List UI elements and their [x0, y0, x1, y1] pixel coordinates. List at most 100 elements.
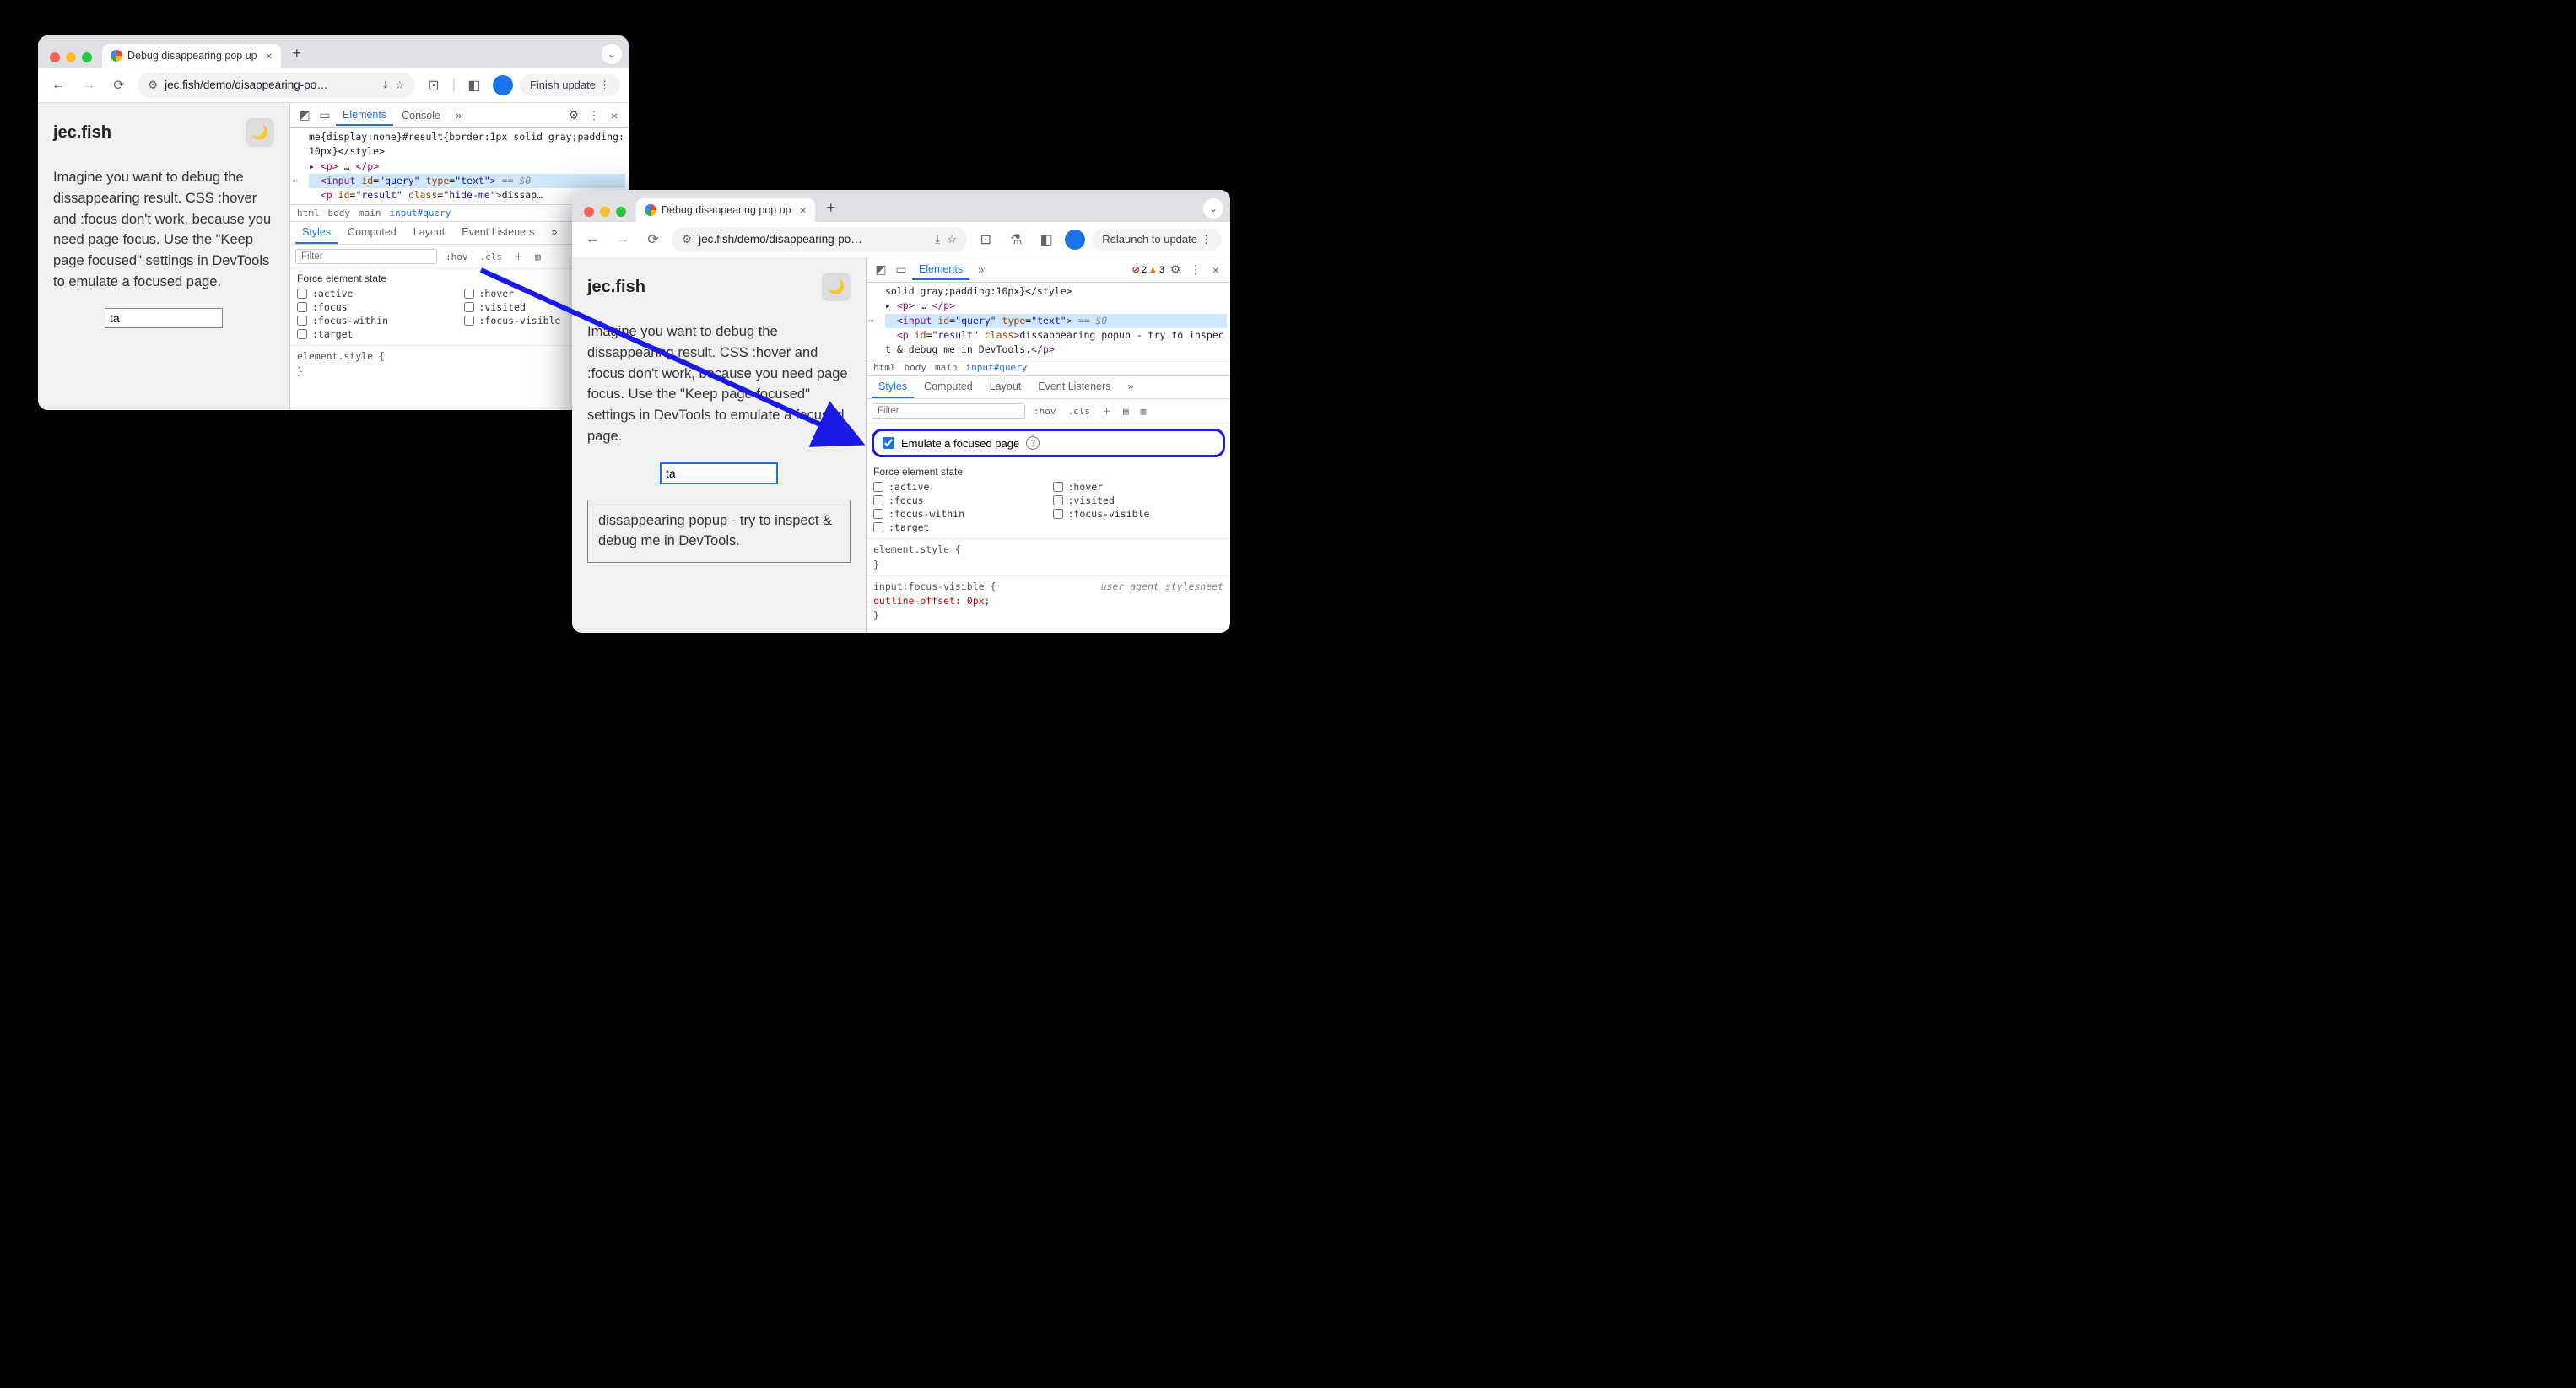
help-icon[interactable]: ? [1026, 436, 1040, 450]
back-button[interactable]: ← [46, 73, 70, 97]
back-button[interactable]: ← [581, 228, 604, 251]
tab-elements[interactable]: Elements [912, 260, 969, 280]
close-devtools-icon[interactable]: × [1207, 263, 1225, 277]
tabs-dropdown-icon[interactable]: ⌄ [602, 44, 622, 64]
new-tab-button[interactable]: + [286, 42, 308, 64]
error-count[interactable]: ⊘2 ▲3 [1132, 264, 1164, 275]
close-devtools-icon[interactable]: × [605, 109, 624, 122]
more-tabs-icon[interactable]: » [1121, 376, 1140, 398]
new-style-icon[interactable]: ＋ [510, 248, 527, 265]
styles-filter-input[interactable] [295, 249, 437, 264]
tab-event-listeners[interactable]: Event Listeners [1031, 376, 1117, 398]
forward-button[interactable]: → [611, 228, 635, 251]
tab-elements[interactable]: Elements [336, 105, 393, 126]
minimize-window-icon[interactable] [600, 207, 610, 217]
force-state-heading: Force element state [867, 462, 1230, 481]
profile-avatar[interactable] [1065, 230, 1085, 250]
profile-avatar[interactable] [493, 75, 513, 95]
css-rule[interactable]: element.style { } [867, 538, 1230, 575]
query-input[interactable] [660, 462, 778, 484]
side-panel-icon[interactable]: ◧ [1034, 228, 1058, 251]
labs-icon[interactable]: ⚗ [1004, 228, 1028, 251]
site-settings-icon[interactable]: ⚙ [682, 233, 692, 246]
panel-layout-icon[interactable]: ▥ [532, 250, 544, 264]
code-line: solid gray;padding:10px}</style> [885, 284, 1227, 299]
close-tab-icon[interactable]: × [800, 203, 807, 217]
more-tabs-icon[interactable]: » [971, 261, 991, 279]
force-focus[interactable]: :focus [873, 494, 1045, 506]
tab-computed[interactable]: Computed [917, 376, 980, 398]
new-style-icon[interactable]: ＋ [1099, 402, 1115, 419]
address-bar[interactable]: ⚙ jec.fish/demo/disappearing-po… ⤓ ☆ [138, 73, 415, 98]
tab-title: Debug disappearing pop up [127, 50, 257, 62]
more-tabs-icon[interactable]: » [544, 222, 564, 244]
hov-toggle[interactable]: :hov [442, 250, 472, 264]
install-app-icon[interactable]: ⤓ [935, 233, 940, 246]
forward-button[interactable]: → [77, 73, 100, 97]
close-window-icon[interactable] [584, 207, 594, 217]
force-active[interactable]: :active [873, 481, 1045, 493]
force-target[interactable]: :target [873, 521, 1045, 533]
elements-tree[interactable]: solid gray;padding:10px}</style> ▸ <p> …… [867, 283, 1230, 359]
browser-tab[interactable]: Debug disappearing pop up × [102, 44, 281, 68]
minimize-window-icon[interactable] [66, 52, 76, 62]
dark-mode-icon[interactable]: 🌙 [822, 273, 851, 301]
update-button[interactable]: Relaunch to update⋮ [1092, 229, 1222, 251]
tab-layout[interactable]: Layout [983, 376, 1029, 398]
emulate-focused-checkbox[interactable] [883, 437, 894, 449]
emulate-focused-page-row[interactable]: Emulate a focused page ? [872, 429, 1225, 457]
kebab-icon[interactable]: ⋮ [1186, 262, 1205, 277]
force-focus-visible[interactable]: :focus-visible [1053, 508, 1224, 520]
tab-styles[interactable]: Styles [295, 222, 338, 244]
query-input[interactable] [105, 308, 223, 328]
more-tabs-icon[interactable]: » [449, 106, 468, 125]
bookmark-icon[interactable]: ☆ [947, 233, 957, 246]
side-panel-icon[interactable]: ◧ [462, 73, 486, 97]
panel-layout-icon[interactable]: ▥ [1137, 404, 1150, 419]
extensions-icon[interactable]: ⊡ [974, 228, 997, 251]
browser-tab[interactable]: Debug disappearing pop up × [636, 198, 815, 222]
close-tab-icon[interactable]: × [266, 49, 273, 62]
force-focus-within[interactable]: :focus-within [297, 315, 456, 327]
inspect-icon[interactable]: ◩ [295, 108, 314, 122]
tab-event-listeners[interactable]: Event Listeners [455, 222, 541, 244]
force-target[interactable]: :target [297, 328, 456, 340]
close-window-icon[interactable] [50, 52, 60, 62]
dark-mode-icon[interactable]: 🌙 [246, 118, 274, 147]
tab-styles[interactable]: Styles [872, 376, 914, 398]
styles-filter-input[interactable] [872, 403, 1025, 419]
css-rule-ua[interactable]: user agent stylesheet input:focus-visibl… [867, 575, 1230, 627]
force-focus-within[interactable]: :focus-within [873, 508, 1045, 520]
force-active[interactable]: :active [297, 288, 456, 300]
tabs-dropdown-icon[interactable]: ⌄ [1203, 198, 1223, 219]
force-hover[interactable]: :hover [1053, 481, 1224, 493]
breadcrumb[interactable]: html body main input#query [867, 359, 1230, 376]
force-visited[interactable]: :visited [1053, 494, 1224, 506]
new-tab-button[interactable]: + [820, 197, 842, 219]
cls-toggle[interactable]: .cls [477, 250, 506, 264]
settings-icon[interactable]: ⚙ [564, 108, 583, 122]
cls-toggle[interactable]: .cls [1065, 404, 1094, 419]
reload-button[interactable]: ⟳ [641, 228, 665, 251]
update-button[interactable]: Finish update⋮ [520, 74, 620, 96]
settings-icon[interactable]: ⚙ [1166, 262, 1185, 277]
bookmark-icon[interactable]: ☆ [395, 78, 405, 92]
site-settings-icon[interactable]: ⚙ [148, 78, 158, 92]
hov-toggle[interactable]: :hov [1030, 404, 1060, 419]
tab-console[interactable]: Console [395, 106, 447, 125]
inspect-icon[interactable]: ◩ [872, 262, 890, 277]
install-app-icon[interactable]: ⤓ [383, 78, 388, 92]
computed-toggle-icon[interactable]: ▤ [1120, 404, 1132, 419]
force-focus[interactable]: :focus [297, 301, 456, 313]
tab-computed[interactable]: Computed [341, 222, 403, 244]
tab-strip: Debug disappearing pop up × + ⌄ [38, 35, 629, 68]
maximize-window-icon[interactable] [616, 207, 626, 217]
maximize-window-icon[interactable] [82, 52, 92, 62]
device-toggle-icon[interactable]: ▭ [316, 108, 334, 122]
tab-layout[interactable]: Layout [407, 222, 452, 244]
address-bar[interactable]: ⚙ jec.fish/demo/disappearing-po… ⤓ ☆ [672, 227, 967, 252]
kebab-icon[interactable]: ⋮ [585, 108, 603, 122]
extensions-icon[interactable]: ⊡ [422, 73, 446, 97]
device-toggle-icon[interactable]: ▭ [892, 262, 910, 277]
reload-button[interactable]: ⟳ [107, 73, 131, 97]
